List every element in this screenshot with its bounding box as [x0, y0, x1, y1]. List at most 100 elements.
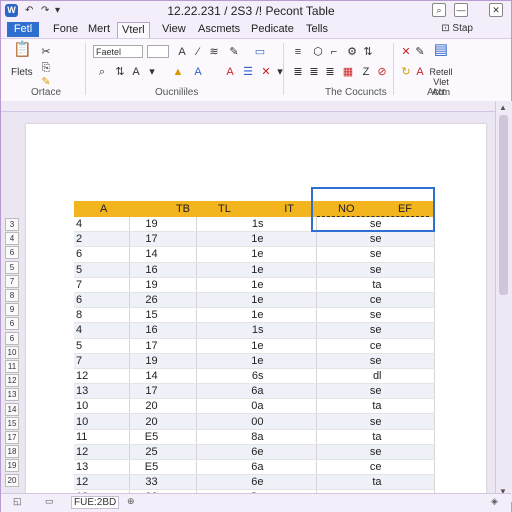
close-icon[interactable]: ✕ [489, 3, 503, 17]
table-row[interactable]: 5 16 1e se [74, 262, 435, 278]
cell-a[interactable]: 2 [74, 231, 130, 248]
row-number[interactable]: 4 [5, 232, 19, 246]
cell-it[interactable]: 6a [196, 383, 317, 400]
cell-ef[interactable]: se [316, 383, 435, 400]
cell-tb[interactable]: 14 [129, 246, 197, 263]
tab-ascmets[interactable]: Ascmets [198, 22, 240, 37]
layout-icon[interactable]: ◱ [13, 496, 22, 507]
cell-tb[interactable]: 26 [129, 292, 197, 309]
row-number[interactable]: 6 [5, 246, 19, 260]
cell-a[interactable]: 7 [74, 353, 130, 369]
cell-it[interactable]: 6e [196, 444, 317, 461]
align-center-icon[interactable]: ≣ [307, 65, 321, 79]
cell-it[interactable]: 6e [196, 474, 317, 491]
font-size-field[interactable] [147, 45, 169, 58]
cell-ef[interactable]: ta [316, 429, 435, 445]
tab-home[interactable]: Fone [53, 22, 78, 37]
clear-format-icon[interactable]: ≋ [207, 45, 221, 59]
grow-font-icon[interactable]: A [175, 45, 189, 59]
text-size-icon[interactable]: A [129, 65, 143, 79]
paragraph-icon[interactable]: ≡ [291, 45, 305, 59]
cell-ef[interactable]: ta [316, 398, 435, 415]
cell-ef[interactable]: ta [316, 277, 435, 293]
cell-it[interactable]: 00 [196, 413, 317, 430]
settings-icon[interactable]: ⚙ [345, 45, 359, 59]
scroll-up-icon[interactable]: ▲ [499, 103, 507, 112]
replace-icon[interactable]: ↻ [399, 65, 413, 79]
cell-tb[interactable]: 16 [129, 262, 197, 278]
shrink-font-icon[interactable]: ∕ [191, 45, 205, 59]
minimize-icon[interactable]: — [454, 3, 468, 17]
copy-icon[interactable]: ⎘ [39, 61, 53, 75]
share-button[interactable]: ⊡ Stap [441, 23, 473, 34]
cut-icon[interactable]: ✂ [39, 45, 53, 59]
row-number[interactable]: 9 [5, 303, 19, 317]
border-icon[interactable]: ⊘ [375, 65, 389, 79]
cell-it[interactable]: 8a [196, 429, 317, 445]
cell-it[interactable]: 1e [196, 262, 317, 278]
cell-it[interactable]: 1e [196, 353, 317, 369]
row-number[interactable]: 6 [5, 317, 19, 331]
cell-a[interactable]: 6 [74, 246, 130, 263]
table-row[interactable]: 2 17 1e se [74, 231, 435, 248]
list-icon[interactable]: ☰ [241, 65, 255, 79]
paste-icon[interactable]: 📋 [13, 42, 32, 57]
table-row[interactable]: 12 33 6e ta [74, 474, 435, 491]
search-icon[interactable]: ⌕ [432, 3, 446, 17]
table-row[interactable]: 11 E5 8a ta [74, 429, 435, 445]
tab-tells[interactable]: Tells [306, 22, 328, 37]
table-row[interactable]: 6 26 1e ce [74, 292, 435, 309]
cell-a[interactable]: 4 [74, 217, 130, 233]
row-number[interactable]: 3 [5, 218, 19, 231]
cell-a[interactable]: 12 [74, 444, 130, 461]
row-number[interactable]: 7 [5, 274, 19, 288]
more-dropdown-icon[interactable]: ▾ [273, 65, 287, 79]
cell-a[interactable]: 7 [74, 277, 130, 293]
row-number[interactable]: 20 [5, 473, 19, 487]
row-number[interactable]: 18 [5, 445, 19, 459]
cell-tb[interactable]: 33 [129, 474, 197, 491]
spacing-icon[interactable]: ⇅ [113, 65, 127, 79]
cell-it[interactable]: 6s [196, 368, 317, 385]
cell-it[interactable]: 1e [196, 246, 317, 263]
sort-icon[interactable]: ⇅ [361, 45, 375, 59]
tab-active[interactable]: Vterl [117, 22, 150, 38]
text-color-icon[interactable]: A [413, 65, 427, 79]
bracket-icon[interactable]: ⌐ [327, 45, 341, 59]
table-row[interactable]: 6 14 1e se [74, 246, 435, 263]
cell-a[interactable]: 12 [74, 368, 130, 385]
select-doc-icon[interactable]: ▤ [432, 42, 450, 57]
cell-tb[interactable]: E5 [129, 459, 197, 476]
cell-it[interactable]: 1s [196, 217, 317, 233]
customize-qat-icon[interactable]: ▾ [55, 4, 60, 17]
row-number[interactable]: 5 [5, 260, 19, 274]
highlight-pen-icon[interactable]: ✎ [227, 45, 241, 59]
shape-icon[interactable]: ⬡ [311, 45, 325, 59]
zoom-dropdown-icon[interactable]: ◈ [491, 496, 498, 507]
shading-icon[interactable]: ▦ [341, 65, 355, 79]
cell-tb[interactable]: 19 [129, 353, 197, 369]
table-row[interactable]: 13 17 6a se [74, 383, 435, 400]
table-row[interactable]: 12 25 6e se [74, 444, 435, 461]
table-row[interactable]: 8 15 1e se [74, 307, 435, 324]
align-right-icon[interactable]: ≣ [323, 65, 337, 79]
cell-tb[interactable]: 14 [129, 368, 197, 385]
cell-a[interactable]: 5 [74, 262, 130, 278]
cell-tb[interactable]: 19 [129, 277, 197, 293]
find-icon[interactable]: ⌕ [95, 65, 109, 79]
cell-tb[interactable]: 15 [129, 307, 197, 324]
header-a[interactable]: A [74, 201, 129, 217]
cell-tb[interactable]: 20 [129, 413, 197, 430]
table-row[interactable]: 12 14 6s dl [74, 368, 435, 385]
cell-tb[interactable]: 17 [129, 338, 197, 354]
cell-it[interactable]: 1e [196, 292, 317, 309]
pen-icon[interactable]: ✎ [413, 45, 427, 59]
table-row[interactable]: 7 19 1e ta [74, 277, 435, 293]
dropdown-icon[interactable]: ▾ [145, 65, 159, 79]
row-number[interactable]: 14 [5, 402, 19, 416]
comment-icon[interactable]: ▭ [45, 496, 54, 507]
row-number[interactable]: 17 [5, 431, 19, 444]
cell-tb[interactable]: 17 [129, 231, 197, 248]
cell-it[interactable]: 6a [196, 459, 317, 476]
cell-it[interactable]: 1e [196, 338, 317, 354]
